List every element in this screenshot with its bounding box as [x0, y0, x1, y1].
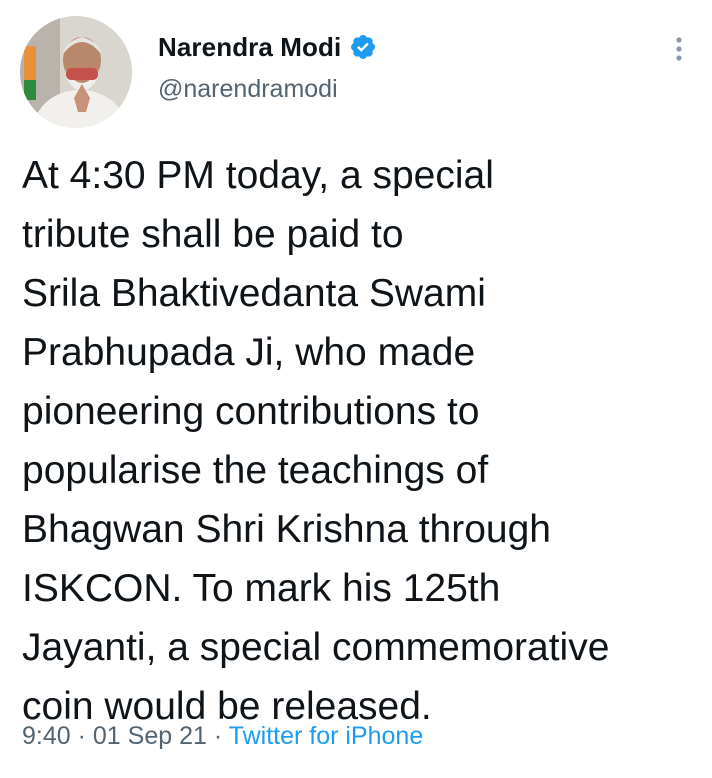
- tweet-date[interactable]: 01 Sep 21: [93, 722, 207, 750]
- tweet-source[interactable]: Twitter for iPhone: [229, 722, 424, 750]
- user-handle[interactable]: @narendramodi: [158, 75, 377, 104]
- display-name[interactable]: Narendra Modi: [158, 32, 341, 63]
- meta-separator: ·: [213, 722, 223, 750]
- tweet-text: At 4:30 PM today, a special tribute shal…: [22, 154, 610, 728]
- tweet-meta: 9:40 · 01 Sep 21 · Twitter for iPhone: [22, 722, 423, 751]
- avatar[interactable]: [20, 16, 132, 128]
- avatar-image: [20, 16, 132, 128]
- display-name-row: Narendra Modi: [158, 30, 377, 64]
- meta-separator: ·: [77, 722, 86, 750]
- tweet-card: Narendra Modi @narendramodi At 4:30 PM t…: [0, 0, 712, 778]
- verified-badge-icon: [349, 33, 377, 61]
- user-info: Narendra Modi @narendramodi: [158, 30, 377, 104]
- more-vertical-icon[interactable]: [664, 34, 694, 64]
- tweet-time[interactable]: 9:40: [22, 722, 71, 750]
